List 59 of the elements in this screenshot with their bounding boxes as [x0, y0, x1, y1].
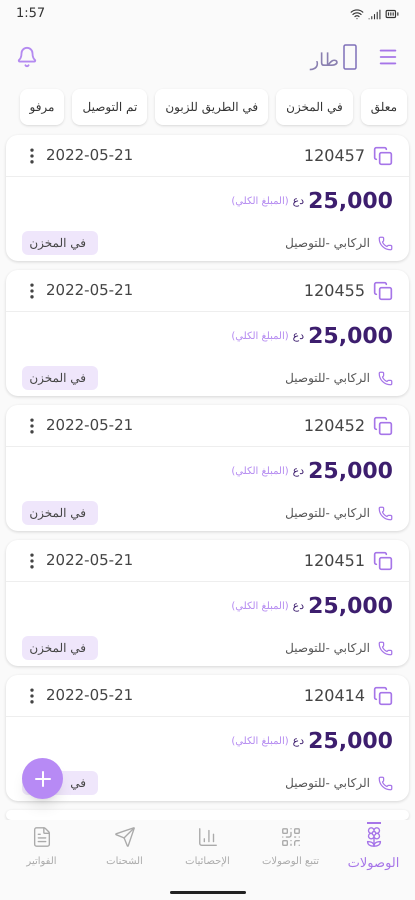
contact-name: الركابي -للتوصيل	[285, 235, 370, 252]
receipt-date: 2022-05-21	[46, 415, 134, 436]
copy-icon[interactable]	[373, 146, 393, 166]
phone-icon[interactable]	[378, 236, 393, 250]
filter-chip[interactable]: في الطريق للزبون	[155, 89, 268, 125]
battery-icon	[385, 7, 399, 21]
receipt-date: 2022-05-21	[46, 145, 134, 166]
amount-value: 25,000	[308, 458, 393, 486]
currency-label: دع	[292, 463, 304, 480]
signal-icon	[368, 8, 381, 20]
receipt-date: 2022-05-21	[46, 550, 134, 572]
amount-caption: (المبلغ الكلي)	[231, 600, 289, 614]
status-badge: في المخزن	[22, 366, 98, 390]
phone-icon[interactable]	[378, 506, 393, 520]
amount-caption: (المبلغ الكلي)	[231, 465, 289, 479]
chart-icon	[196, 826, 218, 848]
receipt-date: 2022-05-21	[46, 280, 134, 302]
send-icon	[114, 826, 136, 848]
currency-label: دع	[292, 733, 304, 750]
filter-chip[interactable]: معلق	[360, 89, 407, 125]
copy-icon[interactable]	[373, 416, 393, 436]
receipt-number: 120451	[304, 550, 365, 572]
amount-value: 25,000	[308, 188, 393, 216]
app-logo: طار	[310, 52, 339, 70]
phone-logo-icon	[343, 44, 357, 70]
copy-icon[interactable]	[373, 686, 393, 706]
status-badge: في المخزن	[22, 501, 98, 525]
copy-icon[interactable]	[373, 280, 393, 300]
status-time: 1:57	[16, 5, 46, 24]
receipt-number: 120452	[304, 414, 365, 436]
contact-name: الركابي -للتوصيل	[285, 640, 370, 657]
contact-name: الركابي -للتوصيل	[285, 505, 370, 522]
filter-chip[interactable]: في المخزن	[276, 89, 353, 125]
phone-icon[interactable]	[378, 640, 393, 656]
amount-caption: (المبلغ الكلي)	[231, 735, 289, 749]
phone-icon[interactable]	[378, 776, 393, 790]
amount-value: 25,000	[308, 728, 393, 756]
bell-icon	[16, 46, 38, 68]
status-badge: في المخزن	[22, 231, 98, 255]
receipt-number: 120455	[304, 280, 365, 302]
qr-icon	[280, 826, 302, 848]
currency-label: دع	[292, 193, 304, 210]
receipt-number: 120414	[304, 684, 365, 706]
contact-name: الركابي -للتوصيل	[285, 370, 370, 387]
receipt-date: 2022-05-21	[46, 685, 134, 706]
currency-label: دع	[292, 328, 304, 344]
amount-caption: (المبلغ الكلي)	[231, 195, 289, 209]
filter-chip[interactable]: مرفو	[20, 89, 64, 125]
copy-icon[interactable]	[373, 550, 393, 570]
wifi-icon	[350, 7, 364, 21]
amount-caption: (المبلغ الكلي)	[231, 330, 289, 344]
contact-name: الركابي -للتوصيل	[285, 775, 370, 792]
phone-icon[interactable]	[378, 370, 393, 386]
amount-value: 25,000	[308, 323, 393, 351]
currency-label: دع	[292, 598, 304, 614]
filter-chip[interactable]: تم التوصيل	[72, 89, 148, 125]
status-badge: في المخزن	[22, 636, 98, 660]
receipt-number: 120457	[304, 144, 365, 166]
amount-value: 25,000	[308, 593, 393, 621]
